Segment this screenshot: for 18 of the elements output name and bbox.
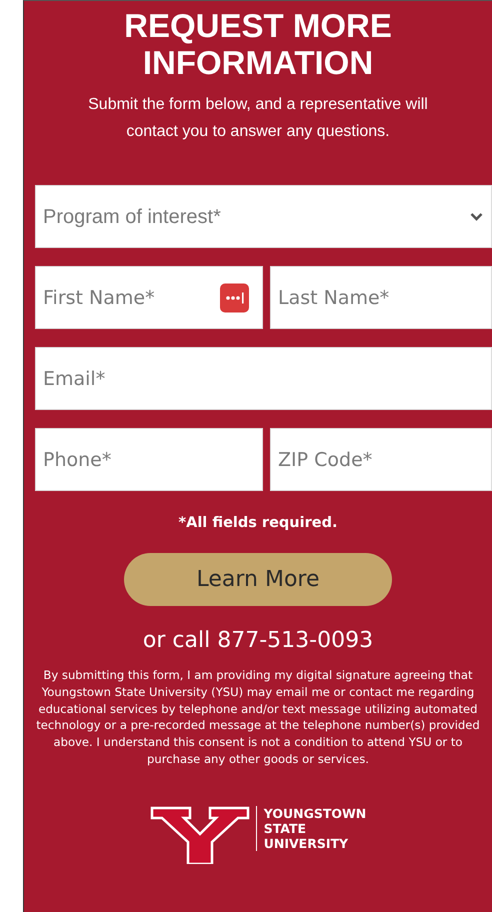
disclaimer-text: By submitting this form, I am providing my digital signature agreeing that Youngstown State University (YSU) may email me or contact me regarding educational services by telephone and/or text message utilizing automated technology or a pre-recorded message at the telephone number(s) provided above. I understand this consent is not a condition to attend YSU or to purchase any other goods or services. <box>35 667 481 768</box>
page-heading: REQUEST MORE INFORMATION <box>123 7 393 81</box>
logo-icon <box>150 806 250 864</box>
input-field[interactable]: Last Name* <box>270 266 492 329</box>
call-text: or call 877-513-0093 <box>142 628 374 653</box>
logo-text: YOUNGSTOWN <box>264 806 366 821</box>
required-note: *All fields required. <box>178 515 338 531</box>
input-field[interactable]: ZIP Code* <box>270 428 492 491</box>
program-select[interactable]: Program of interest* <box>35 185 492 248</box>
input-field[interactable]: First Name* <box>35 266 263 329</box>
input-field[interactable]: Email* <box>35 347 492 410</box>
intro-text: Submit the form below, and a representative will contact you to answer any questions. <box>87 95 429 142</box>
logo-text: UNIVERSITY <box>264 836 350 851</box>
input-field[interactable]: Phone* <box>35 428 263 491</box>
chevron-down-icon <box>470 212 483 221</box>
learn-more-button[interactable]: Learn More <box>124 553 392 606</box>
password-manager-icon[interactable] <box>220 283 249 312</box>
logo-text: STATE <box>264 820 308 836</box>
